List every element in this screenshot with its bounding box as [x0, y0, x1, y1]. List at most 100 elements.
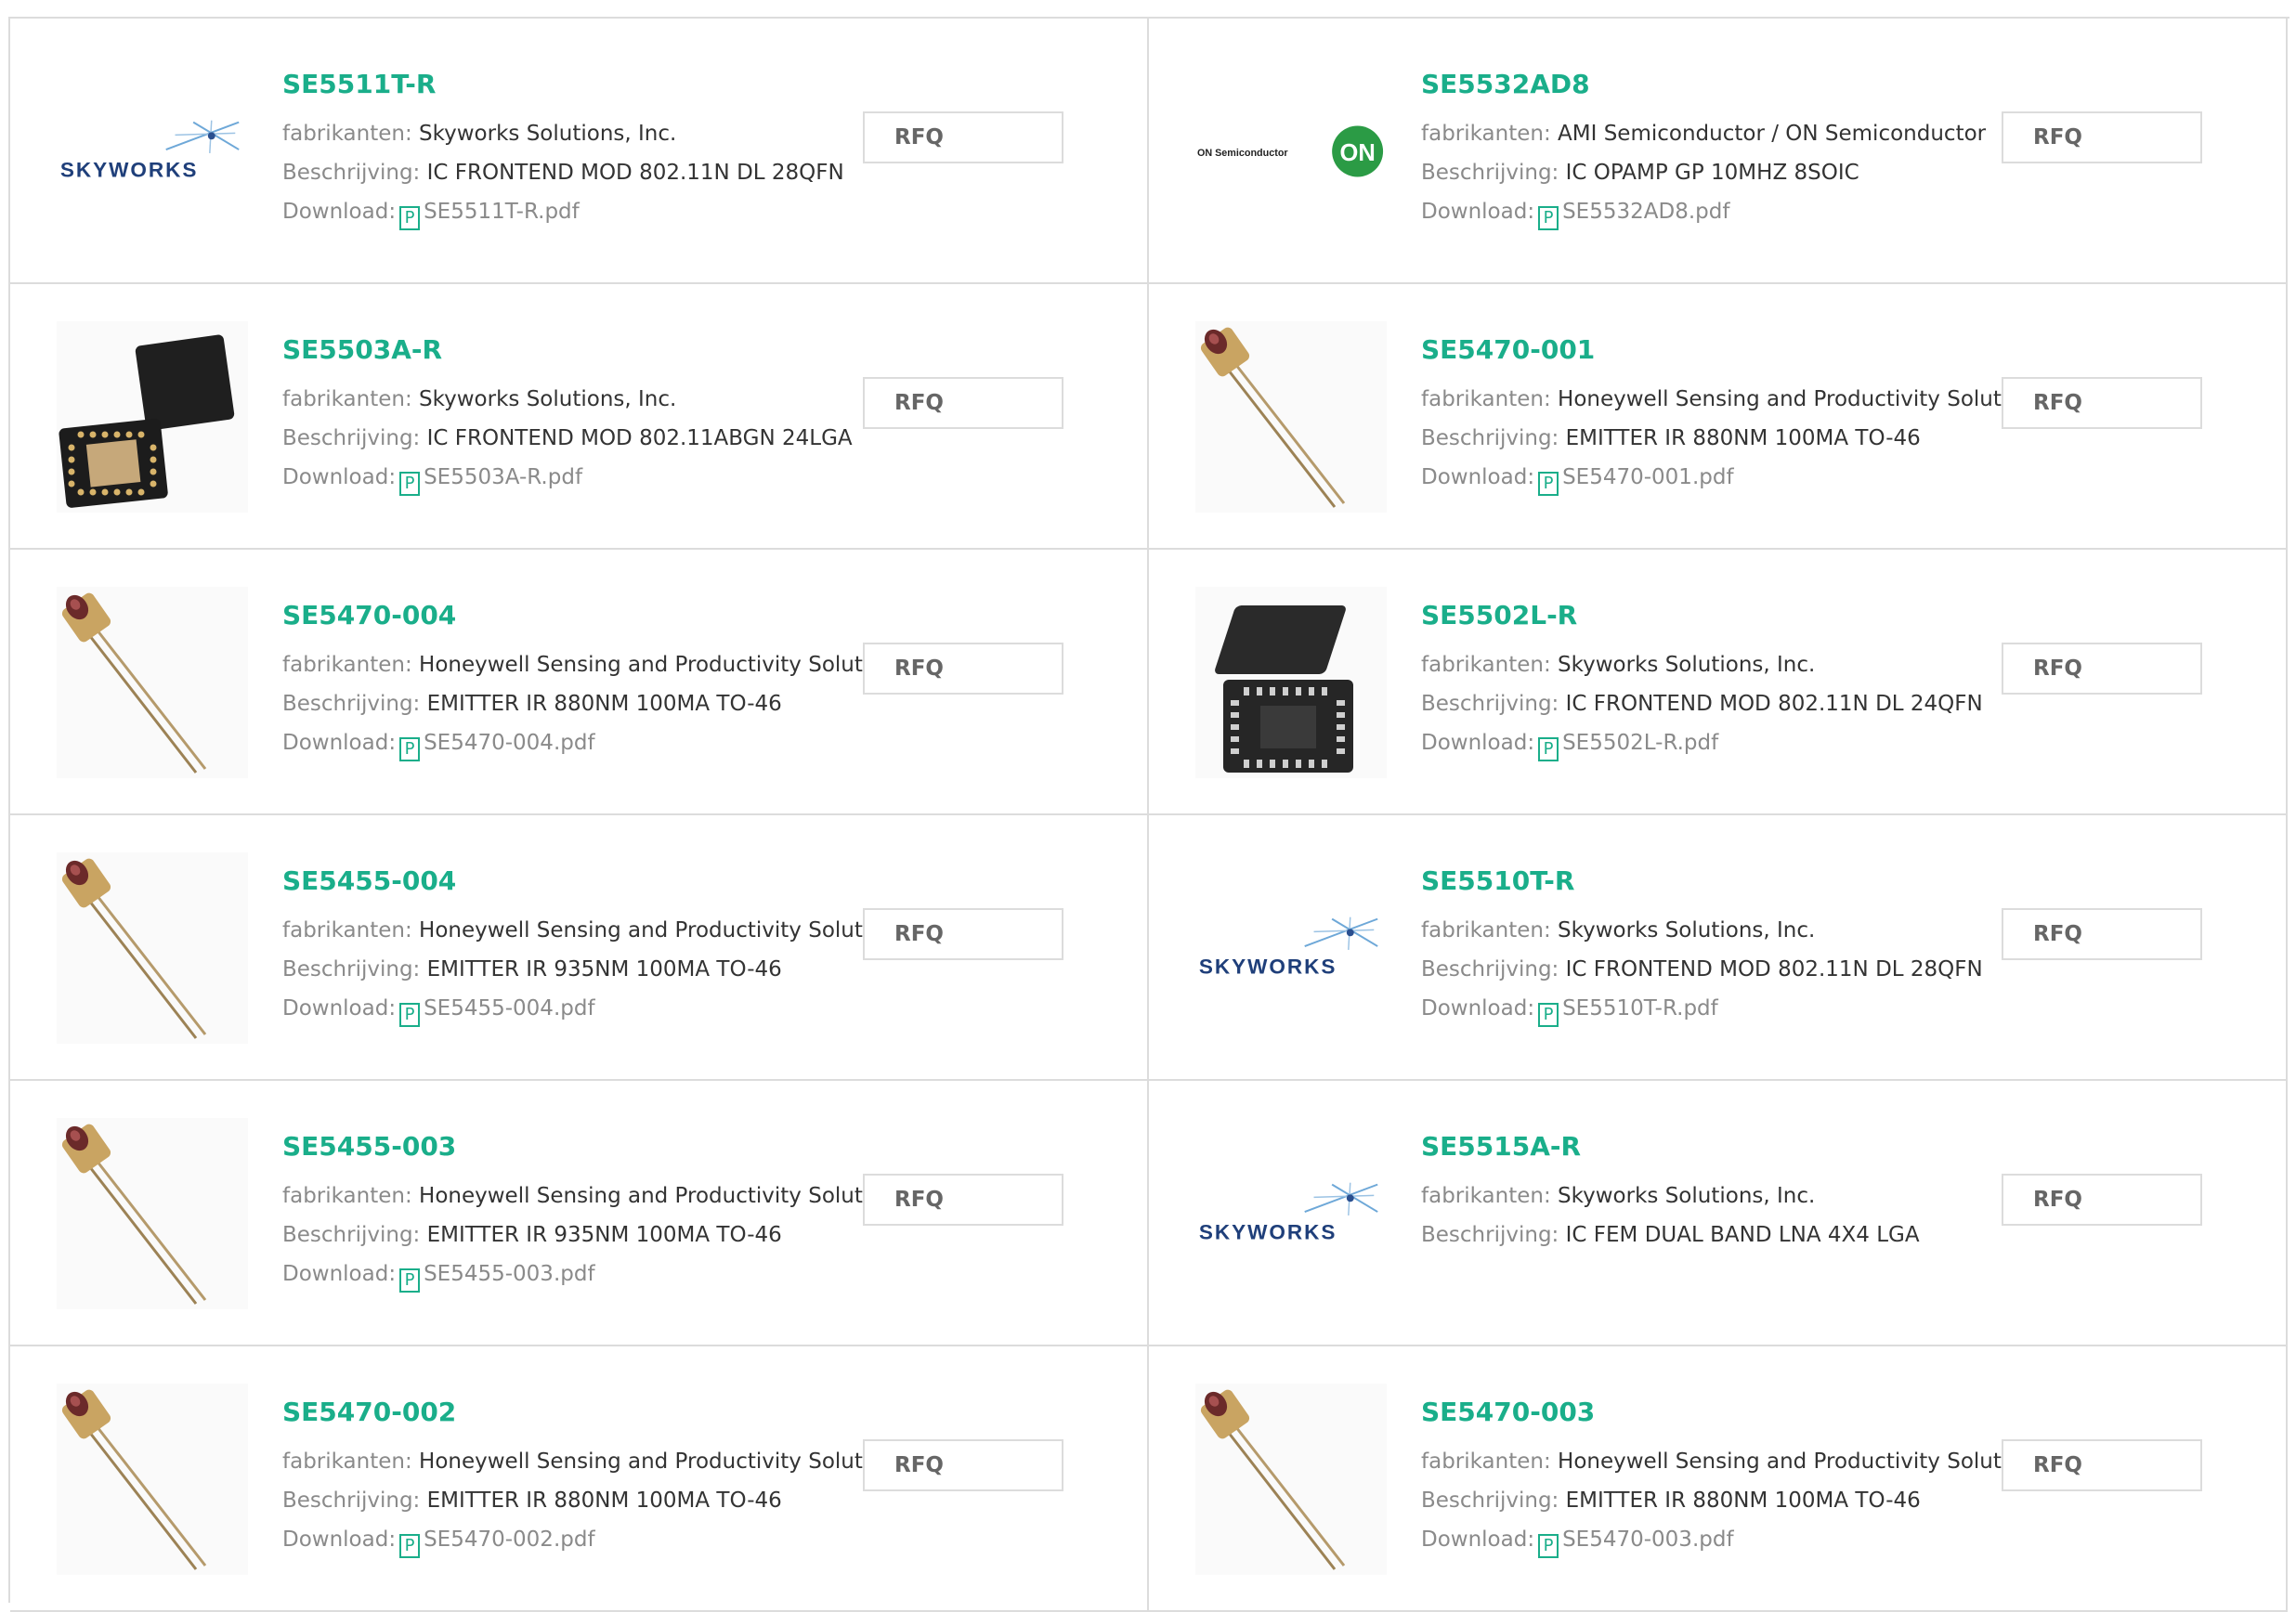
datasheet-pdf-link[interactable]: SE5455-004.pdf	[424, 996, 594, 1020]
part-number-link[interactable]: SE5470-001	[1421, 334, 2016, 366]
datasheet-pdf-link[interactable]: SE5510T-R.pdf	[1562, 996, 1718, 1020]
part-number-link[interactable]: SE5510T-R	[1421, 865, 2016, 897]
description-value: EMITTER IR 880NM 100MA TO-46	[426, 692, 782, 716]
description-label: Beschrijving:	[1421, 957, 1559, 982]
rfq-button[interactable]: RFQ	[2002, 908, 2202, 960]
download-label: Download:	[282, 731, 397, 755]
product-image[interactable]	[57, 1384, 248, 1575]
rfq-button[interactable]: RFQ	[2002, 111, 2202, 163]
product-image[interactable]	[57, 321, 248, 513]
download-row: Download: P SE5455-004.pdf	[282, 989, 877, 1028]
part-number-link[interactable]: SE5455-003	[282, 1131, 877, 1163]
to46-emitter-image	[57, 587, 248, 778]
manufacturer-row: fabrikanten: Skyworks Solutions, Inc.	[1421, 645, 2016, 684]
pdf-icon[interactable]: P	[399, 1268, 421, 1293]
description-value: EMITTER IR 935NM 100MA TO-46	[426, 1223, 782, 1247]
description-value: IC OPAMP GP 10MHZ 8SOIC	[1565, 161, 1859, 185]
description-row: Beschrijving: IC FEM DUAL BAND LNA 4X4 L…	[1421, 1216, 2016, 1254]
pdf-icon[interactable]: P	[399, 737, 421, 761]
product-image[interactable]	[57, 587, 248, 778]
rfq-button[interactable]: RFQ	[2002, 1174, 2202, 1226]
product-info: SE5510T-R fabrikanten: Skyworks Solution…	[1421, 865, 2016, 1028]
description-row: Beschrijving: EMITTER IR 935NM 100MA TO-…	[282, 1216, 877, 1254]
pdf-icon[interactable]: P	[1538, 206, 1559, 230]
description-label: Beschrijving:	[282, 957, 421, 982]
download-label: Download:	[282, 200, 397, 224]
manufacturer-value: Honeywell Sensing and Productivity Solut…	[1558, 387, 2045, 411]
pdf-icon[interactable]: P	[1538, 1003, 1559, 1027]
datasheet-pdf-link[interactable]: SE5470-001.pdf	[1562, 465, 1733, 489]
pdf-icon[interactable]: P	[1538, 1534, 1559, 1558]
part-number-link[interactable]: SE5455-004	[282, 865, 877, 897]
manufacturer-value: Skyworks Solutions, Inc.	[1558, 1184, 1816, 1208]
datasheet-pdf-link[interactable]: SE5470-004.pdf	[424, 731, 594, 755]
rfq-button[interactable]: RFQ	[863, 643, 1063, 695]
description-value: EMITTER IR 935NM 100MA TO-46	[426, 957, 782, 982]
datasheet-pdf-link[interactable]: SE5470-002.pdf	[424, 1528, 594, 1552]
rfq-button[interactable]: RFQ	[863, 377, 1063, 429]
product-info: SE5532AD8 fabrikanten: AMI Semiconductor…	[1421, 69, 2016, 231]
part-number-link[interactable]: SE5503A-R	[282, 334, 877, 366]
product-info: SE5511T-R fabrikanten: Skyworks Solution…	[282, 69, 877, 231]
part-number-link[interactable]: SE5515A-R	[1421, 1131, 2016, 1163]
part-number-link[interactable]: SE5532AD8	[1421, 69, 2016, 100]
manufacturer-label: fabrikanten:	[1421, 653, 1551, 677]
datasheet-pdf-link[interactable]: SE5470-003.pdf	[1562, 1528, 1733, 1552]
download-label: Download:	[282, 1262, 397, 1286]
skyworks-wordmark: SKYWORKS	[1199, 955, 1337, 978]
description-value: IC FEM DUAL BAND LNA 4X4 LGA	[1565, 1223, 1920, 1247]
product-image[interactable]	[57, 1118, 248, 1309]
manufacturer-value: Honeywell Sensing and Productivity Solut…	[419, 918, 907, 942]
part-number-link[interactable]: SE5470-004	[282, 600, 877, 631]
manufacturer-value: Skyworks Solutions, Inc.	[419, 387, 677, 411]
rfq-button[interactable]: RFQ	[2002, 643, 2202, 695]
part-number-link[interactable]: SE5511T-R	[282, 69, 877, 100]
part-number-link[interactable]: SE5502L-R	[1421, 600, 2016, 631]
part-number-link[interactable]: SE5470-003	[1421, 1397, 2016, 1428]
pdf-icon[interactable]: P	[399, 472, 421, 496]
product-info: SE5455-004 fabrikanten: Honeywell Sensin…	[282, 865, 907, 1028]
datasheet-pdf-link[interactable]: SE5532AD8.pdf	[1562, 200, 1729, 224]
datasheet-pdf-link[interactable]: SE5503A-R.pdf	[424, 465, 582, 489]
rfq-button[interactable]: RFQ	[863, 111, 1063, 163]
part-number-link[interactable]: SE5470-002	[282, 1397, 877, 1428]
description-label: Beschrijving:	[1421, 1223, 1559, 1247]
rfq-button[interactable]: RFQ	[2002, 1439, 2202, 1491]
rfq-button[interactable]: RFQ	[863, 1174, 1063, 1226]
datasheet-pdf-link[interactable]: SE5511T-R.pdf	[424, 200, 580, 224]
datasheet-pdf-link[interactable]: SE5455-003.pdf	[424, 1262, 594, 1286]
product-image[interactable]: SKYWORKS	[1195, 852, 1387, 1044]
pdf-icon[interactable]: P	[1538, 737, 1559, 761]
product-image[interactable]	[57, 852, 248, 1044]
manufacturer-value: Skyworks Solutions, Inc.	[1558, 653, 1816, 677]
download-row: Download: P SE5532AD8.pdf	[1421, 192, 2016, 231]
product-image[interactable]	[1195, 321, 1387, 513]
to46-emitter-image	[57, 852, 248, 1044]
product-image[interactable]	[1195, 587, 1387, 778]
product-card: SE5455-003 fabrikanten: Honeywell Sensin…	[10, 1081, 1149, 1346]
svg-text:ON: ON	[1339, 140, 1375, 166]
rfq-button[interactable]: RFQ	[2002, 377, 2202, 429]
download-label: Download:	[1421, 465, 1535, 489]
download-row: Download: P SE5455-003.pdf	[282, 1254, 877, 1294]
product-info: SE5515A-R fabrikanten: Skyworks Solution…	[1421, 1131, 2016, 1254]
download-row: Download: P SE5470-002.pdf	[282, 1520, 877, 1559]
pdf-icon[interactable]: P	[399, 206, 421, 230]
description-value: IC FRONTEND MOD 802.11N DL 24QFN	[1565, 692, 1983, 716]
pdf-icon[interactable]: P	[1538, 472, 1559, 496]
manufacturer-value: Honeywell Sensing and Productivity Solut…	[419, 1450, 907, 1474]
product-image[interactable]: SKYWORKS	[57, 56, 248, 247]
rfq-button[interactable]: RFQ	[863, 1439, 1063, 1491]
manufacturer-value: AMI Semiconductor / ON Semiconductor	[1558, 122, 1987, 146]
product-info: SE5503A-R fabrikanten: Skyworks Solution…	[282, 334, 877, 497]
download-row: Download: P SE5502L-R.pdf	[1421, 723, 2016, 762]
product-image[interactable]: SKYWORKS	[1195, 1118, 1387, 1309]
rfq-button[interactable]: RFQ	[863, 908, 1063, 960]
product-image[interactable]	[1195, 1384, 1387, 1575]
product-image[interactable]: ON Semiconductor ON	[1195, 56, 1387, 247]
description-value: IC FRONTEND MOD 802.11ABGN 24LGA	[426, 426, 853, 450]
pdf-icon[interactable]: P	[399, 1534, 421, 1558]
pdf-icon[interactable]: P	[399, 1003, 421, 1027]
datasheet-pdf-link[interactable]: SE5502L-R.pdf	[1562, 731, 1718, 755]
description-row: Beschrijving: EMITTER IR 935NM 100MA TO-…	[282, 950, 877, 989]
